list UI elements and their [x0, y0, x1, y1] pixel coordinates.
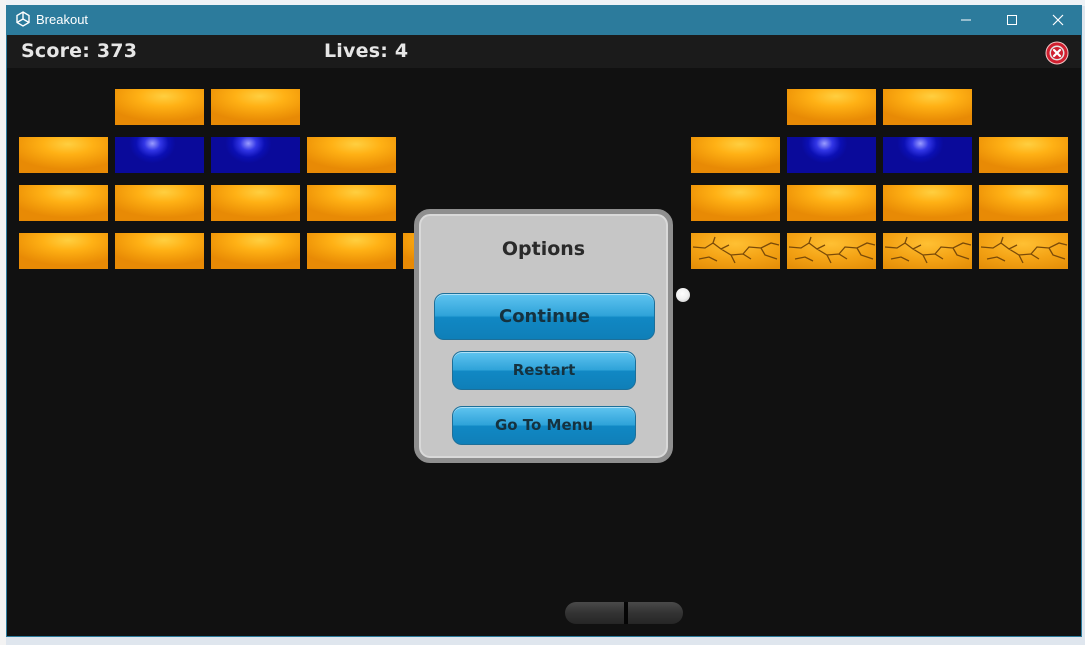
blue-brick — [211, 137, 300, 173]
cracked-brick — [979, 233, 1068, 269]
close-circle-icon[interactable] — [1045, 41, 1069, 65]
dialog-title: Options — [501, 238, 586, 260]
paddle[interactable] — [565, 602, 683, 624]
orange-brick — [115, 185, 204, 221]
orange-brick — [211, 89, 300, 125]
blue-brick — [883, 137, 972, 173]
hud-bar: Score: 373 Lives: 4 — [7, 35, 1081, 68]
orange-brick — [307, 185, 396, 221]
orange-brick — [787, 89, 876, 125]
unity-app-icon — [16, 11, 30, 27]
orange-brick — [691, 185, 780, 221]
continue-button[interactable]: Continue — [434, 293, 655, 340]
maximize-button[interactable] — [989, 5, 1035, 35]
orange-brick — [979, 185, 1068, 221]
paddle-center-mark — [624, 602, 628, 624]
orange-brick — [787, 185, 876, 221]
orange-brick — [883, 185, 972, 221]
score-label: Score: 373 — [21, 40, 138, 62]
orange-brick — [19, 137, 108, 173]
lives-label: Lives: 4 — [324, 40, 409, 62]
window-titlebar[interactable]: Breakout — [6, 5, 1082, 35]
window-title: Breakout — [36, 12, 89, 27]
cracked-brick — [883, 233, 972, 269]
minimize-icon — [961, 19, 971, 21]
orange-brick — [307, 233, 396, 269]
orange-brick — [115, 89, 204, 125]
orange-brick — [691, 137, 780, 173]
restart-button[interactable]: Restart — [452, 351, 636, 390]
orange-brick — [211, 233, 300, 269]
game-area[interactable]: Score: 373 Lives: 4 Options Continue Res… — [7, 35, 1081, 636]
game-window: Breakout Score: 373 Lives: 4 Options Con… — [6, 5, 1082, 637]
orange-brick — [19, 233, 108, 269]
options-dialog: Options Continue Restart Go To Menu — [414, 209, 673, 463]
orange-brick — [19, 185, 108, 221]
ball — [676, 288, 690, 302]
minimize-button[interactable] — [943, 5, 989, 35]
blue-brick — [115, 137, 204, 173]
maximize-icon — [1007, 15, 1017, 25]
close-button[interactable] — [1035, 5, 1081, 35]
orange-brick — [979, 137, 1068, 173]
orange-brick — [307, 137, 396, 173]
cracked-brick — [787, 233, 876, 269]
cracked-brick — [691, 233, 780, 269]
orange-brick — [115, 233, 204, 269]
close-icon — [1052, 14, 1064, 26]
go-to-menu-button[interactable]: Go To Menu — [452, 406, 636, 445]
blue-brick — [787, 137, 876, 173]
orange-brick — [883, 89, 972, 125]
orange-brick — [211, 185, 300, 221]
